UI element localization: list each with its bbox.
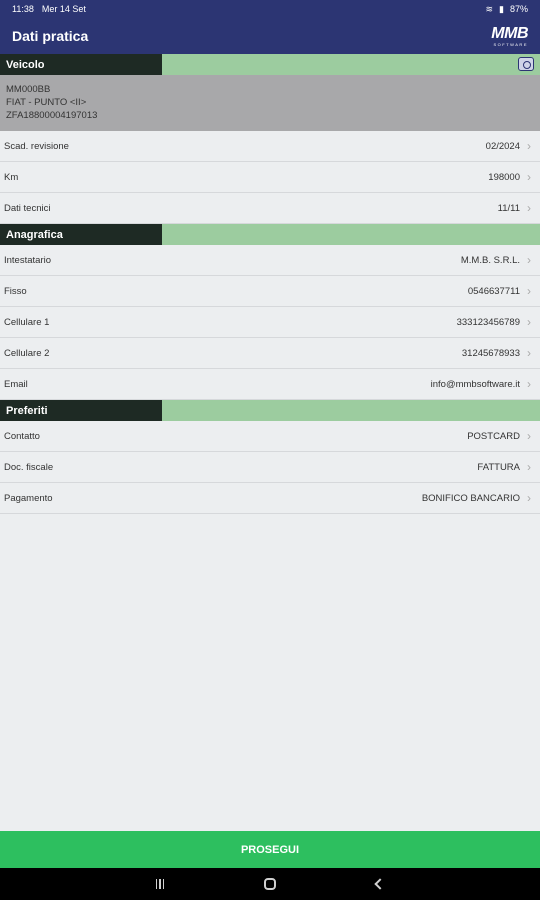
row-label: Fisso	[4, 285, 27, 297]
content: Veicolo MM000BB FIAT - PUNTO <II> ZFA188…	[0, 54, 540, 514]
row-label: Km	[4, 171, 19, 183]
battery-level: 87%	[509, 4, 528, 14]
mmb-logo: MMB SOFTWARE	[491, 24, 528, 47]
row-label: Email	[4, 378, 28, 390]
row-contatto[interactable]: Contatto POSTCARD ›	[0, 421, 540, 452]
row-label: Scad. revisione	[4, 140, 69, 152]
row-value: 333123456789	[456, 316, 520, 328]
row-label: Contatto	[4, 430, 40, 442]
chevron-right-icon: ›	[527, 253, 531, 267]
chevron-right-icon: ›	[527, 460, 531, 474]
row-value: M.M.B. S.R.L.	[460, 254, 520, 266]
logo-sub: SOFTWARE	[493, 41, 528, 47]
vehicle-plate: MM000BB	[6, 84, 51, 95]
row-pagamento[interactable]: Pagamento BONIFICO BANCARIO ›	[0, 483, 540, 514]
camera-icon[interactable]	[518, 57, 534, 71]
chevron-right-icon: ›	[527, 346, 531, 360]
chevron-right-icon: ›	[527, 429, 531, 443]
row-value: 11/11	[497, 202, 520, 214]
section-anagrafica-label: Anagrafica	[0, 224, 162, 245]
row-label: Cellulare 1	[4, 316, 50, 328]
row-km[interactable]: Km 198000 ›	[0, 162, 540, 193]
back-icon[interactable]	[374, 878, 386, 890]
row-value: 198000	[488, 171, 520, 183]
vehicle-info[interactable]: MM000BB FIAT - PUNTO <II> ZFA18800004197…	[0, 75, 540, 131]
section-veicolo: Veicolo	[0, 54, 540, 75]
chevron-right-icon: ›	[527, 201, 531, 215]
row-dati-tecnici[interactable]: Dati tecnici 11/11 ›	[0, 193, 540, 224]
row-label: Intestatario	[4, 254, 51, 266]
vehicle-model: FIAT - PUNTO <II>	[6, 97, 87, 108]
logo-brand: MMB	[491, 24, 528, 42]
page-title: Dati pratica	[12, 28, 89, 44]
row-value: 02/2024	[485, 140, 520, 152]
chevron-right-icon: ›	[527, 315, 531, 329]
row-value: 31245678933	[461, 347, 520, 359]
section-veicolo-label: Veicolo	[0, 54, 162, 75]
wifi-icon: ≋	[485, 3, 494, 14]
system-nav-bar	[0, 868, 540, 900]
section-preferiti-label: Preferiti	[0, 400, 162, 421]
vehicle-vin: ZFA18800004197013	[6, 110, 98, 121]
row-label: Pagamento	[4, 492, 53, 504]
battery-icon: ▮	[499, 3, 504, 14]
row-value: 0546637711	[467, 285, 520, 297]
row-value: POSTCARD	[467, 430, 520, 442]
row-value: FATTURA	[477, 461, 520, 473]
prosegui-button[interactable]: PROSEGUI	[0, 831, 540, 868]
chevron-right-icon: ›	[527, 491, 531, 505]
row-fisso[interactable]: Fisso 0546637711 ›	[0, 276, 540, 307]
chevron-right-icon: ›	[527, 284, 531, 298]
status-time: 11:38	[12, 4, 34, 14]
section-preferiti: Preferiti	[0, 400, 540, 421]
chevron-right-icon: ›	[527, 170, 531, 184]
row-value: info@mmbsoftware.it	[430, 378, 520, 390]
row-intestatario[interactable]: Intestatario M.M.B. S.R.L. ›	[0, 245, 540, 276]
chevron-right-icon: ›	[527, 377, 531, 391]
row-cellulare-2[interactable]: Cellulare 2 31245678933 ›	[0, 338, 540, 369]
row-email[interactable]: Email info@mmbsoftware.it ›	[0, 369, 540, 400]
row-cellulare-1[interactable]: Cellulare 1 333123456789 ›	[0, 307, 540, 338]
recent-apps-icon[interactable]	[155, 879, 165, 889]
status-bar: 11:38 Mer 14 Set ≋ ▮ 87%	[0, 0, 540, 18]
row-label: Cellulare 2	[4, 347, 50, 359]
row-label: Doc. fiscale	[4, 461, 54, 473]
home-icon[interactable]	[264, 878, 277, 890]
row-doc-fiscale[interactable]: Doc. fiscale FATTURA ›	[0, 452, 540, 483]
row-label: Dati tecnici	[4, 202, 51, 214]
row-value: BONIFICO BANCARIO	[421, 492, 520, 504]
app-bar: Dati pratica MMB SOFTWARE	[0, 18, 540, 54]
chevron-right-icon: ›	[527, 139, 531, 153]
status-date: Mer 14 Set	[41, 4, 86, 14]
row-scad-revisione[interactable]: Scad. revisione 02/2024 ›	[0, 131, 540, 162]
section-anagrafica: Anagrafica	[0, 224, 540, 245]
